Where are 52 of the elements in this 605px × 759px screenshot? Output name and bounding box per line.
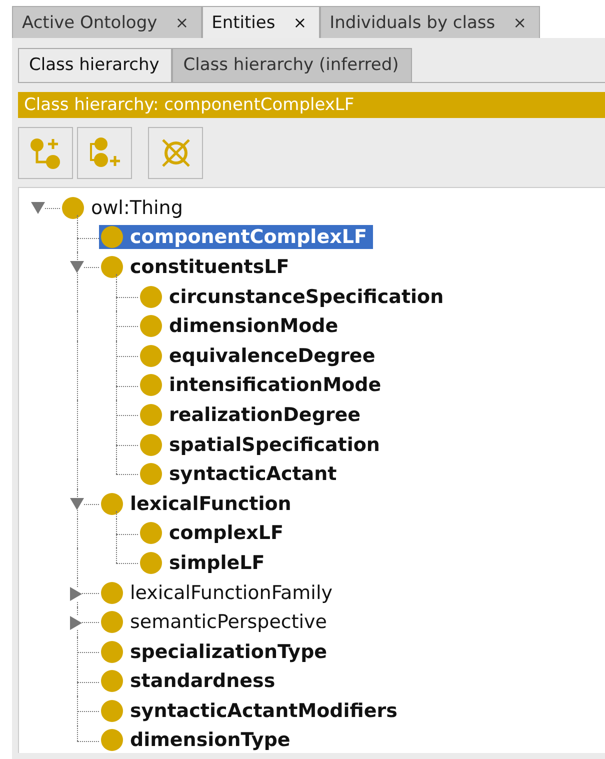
class-circle-icon xyxy=(140,404,162,426)
class-circle-icon xyxy=(62,196,84,219)
tab[interactable]: Individuals by class × xyxy=(320,6,540,38)
class-circle-icon xyxy=(140,463,162,486)
tab[interactable]: Class hierarchy xyxy=(18,48,172,82)
class-circle-icon xyxy=(140,552,162,574)
class-node[interactable]: lexicalFunction xyxy=(99,492,298,516)
class-node[interactable]: dimensionMode xyxy=(138,314,344,338)
expand-triangle-icon[interactable] xyxy=(70,586,82,601)
close-icon[interactable]: × xyxy=(293,13,307,32)
class-circle-icon xyxy=(140,374,162,396)
class-node[interactable]: lexicalFunctionFamily xyxy=(99,580,338,605)
tab[interactable]: Entities × xyxy=(202,6,320,38)
class-node[interactable]: realizationDegree xyxy=(138,402,367,427)
class-circle-icon xyxy=(101,640,123,663)
class-circle-icon xyxy=(140,286,162,308)
class-circle-icon xyxy=(101,729,123,752)
class-circle-icon xyxy=(101,226,123,248)
class-circle-icon xyxy=(140,522,162,544)
class-node[interactable]: owl:Thing xyxy=(60,196,189,220)
nodes-plus-icon xyxy=(88,136,122,170)
class-node[interactable]: constituentsLF xyxy=(99,254,296,279)
close-icon[interactable]: × xyxy=(513,13,527,32)
class-node[interactable]: spatialSpecification xyxy=(138,432,386,457)
class-node[interactable]: syntacticActantModifiers xyxy=(99,698,404,723)
class-circle-icon xyxy=(101,700,123,722)
class-node[interactable]: semanticPerspective xyxy=(99,610,333,634)
class-circle-icon xyxy=(101,256,123,278)
close-icon[interactable]: × xyxy=(175,13,189,32)
class-node[interactable]: dimensionType xyxy=(99,728,296,752)
class-node[interactable]: standardness xyxy=(99,669,282,694)
class-circle-icon xyxy=(140,434,162,456)
class-node[interactable]: componentComplexLF xyxy=(99,225,373,250)
expand-triangle-icon[interactable] xyxy=(70,616,82,630)
tree-plus-icon xyxy=(28,136,62,170)
class-node[interactable]: circunstanceSpecification xyxy=(138,284,450,309)
tab[interactable]: Class hierarchy (inferred) xyxy=(172,48,412,82)
collapse-triangle-icon[interactable] xyxy=(31,202,45,214)
class-circle-icon xyxy=(140,315,162,338)
class-circle-icon xyxy=(101,492,123,515)
class-circle-icon xyxy=(140,344,162,367)
class-node[interactable]: syntacticActant xyxy=(138,462,343,486)
tab[interactable]: Active Ontology × xyxy=(12,6,202,38)
class-node[interactable]: specializationType xyxy=(99,640,334,664)
class-node[interactable]: simpleLF xyxy=(138,550,271,575)
class-circle-icon xyxy=(101,611,123,634)
class-node[interactable]: intensificationMode xyxy=(138,373,388,398)
panel-title: Class hierarchy: componentComplexLF xyxy=(18,92,605,118)
class-circle-icon xyxy=(101,670,123,692)
class-node[interactable]: equivalenceDegree xyxy=(138,344,382,368)
class-node[interactable]: complexLF xyxy=(138,521,290,546)
class-circle-icon xyxy=(101,582,123,604)
